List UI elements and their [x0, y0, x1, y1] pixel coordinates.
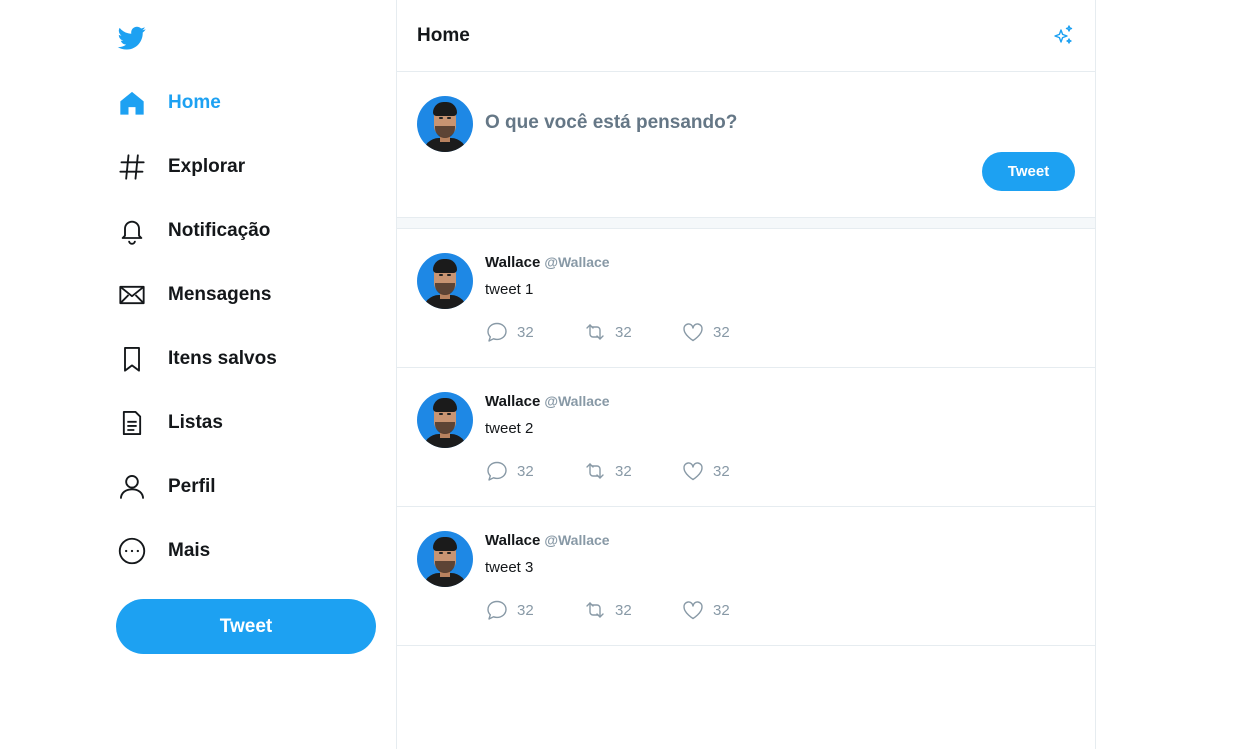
reply-icon — [487, 461, 507, 481]
timeline-column: Home Tweet Walla — [396, 0, 1096, 749]
retweet-count: 32 — [615, 462, 632, 480]
retweet-icon — [586, 324, 604, 340]
tweet-actions: 32 32 32 — [485, 320, 779, 344]
bell-icon — [116, 215, 148, 247]
author-handle[interactable]: @Wallace — [544, 254, 609, 270]
reply-count: 32 — [517, 323, 534, 341]
retweet-count: 32 — [615, 601, 632, 619]
sidebar: Home Explorar Notificação Mensagens Iten… — [116, 0, 396, 749]
retweet-button[interactable]: 32 — [583, 320, 681, 344]
tweet-header: Wallace @Wallace — [485, 254, 610, 271]
retweet-count: 32 — [615, 323, 632, 341]
like-button[interactable]: 32 — [681, 598, 779, 622]
user-icon — [116, 471, 148, 503]
timeline-header: Home — [397, 0, 1095, 72]
home-icon — [116, 87, 148, 119]
sidebar-item-label: Mensagens — [168, 284, 272, 305]
compose-tweet-button[interactable]: Tweet — [982, 152, 1075, 191]
author-name[interactable]: Wallace — [485, 254, 540, 271]
twitter-bird-icon[interactable] — [116, 24, 148, 52]
retweet-icon — [586, 463, 604, 479]
sidebar-item-mensagens[interactable]: Mensagens — [116, 263, 386, 327]
sidebar-item-label: Mais — [168, 540, 211, 561]
tweet-item[interactable]: Wallace @Wallace tweet 1 32 32 32 — [397, 229, 1095, 368]
sidebar-item-notificacao[interactable]: Notificação — [116, 199, 386, 263]
like-button[interactable]: 32 — [681, 320, 779, 344]
compose-input[interactable] — [485, 112, 1045, 134]
reply-icon — [487, 600, 507, 620]
author-handle[interactable]: @Wallace — [544, 393, 609, 409]
author-handle[interactable]: @Wallace — [544, 532, 609, 548]
envelope-icon — [116, 279, 148, 311]
sidebar-item-explorar[interactable]: Explorar — [116, 135, 386, 199]
more-circle-icon — [116, 535, 148, 567]
sidebar-item-label: Notificação — [168, 220, 271, 241]
like-count: 32 — [713, 462, 730, 480]
sidebar-item-label: Listas — [168, 412, 223, 433]
sidebar-item-home[interactable]: Home — [116, 71, 386, 135]
avatar[interactable] — [417, 253, 473, 309]
avatar[interactable] — [417, 392, 473, 448]
page-title: Home — [417, 24, 470, 46]
sidebar-item-label: Home — [168, 92, 221, 113]
retweet-button[interactable]: 32 — [583, 459, 681, 483]
sidebar-item-label: Itens salvos — [168, 348, 277, 369]
sidebar-item-label: Explorar — [168, 156, 246, 177]
tweet-text: tweet 2 — [485, 420, 534, 437]
tweet-header: Wallace @Wallace — [485, 532, 610, 549]
tweet-text: tweet 1 — [485, 281, 534, 298]
reply-count: 32 — [517, 462, 534, 480]
main-nav: Home Explorar Notificação Mensagens Iten… — [116, 71, 386, 583]
bookmark-icon — [116, 343, 148, 375]
reply-count: 32 — [517, 601, 534, 619]
avatar[interactable] — [417, 531, 473, 587]
reply-button[interactable]: 32 — [485, 459, 583, 483]
sparkle-icon[interactable] — [1051, 24, 1075, 48]
sidebar-item-itens-salvos[interactable]: Itens salvos — [116, 327, 386, 391]
heart-icon — [683, 601, 703, 620]
tweet-item[interactable]: Wallace @Wallace tweet 3 32 32 32 — [397, 507, 1095, 646]
tweet-header: Wallace @Wallace — [485, 393, 610, 410]
like-count: 32 — [713, 323, 730, 341]
reply-icon — [487, 322, 507, 342]
tweet-actions: 32 32 32 — [485, 598, 779, 622]
heart-icon — [683, 462, 703, 481]
divider — [397, 217, 1095, 229]
reply-button[interactable]: 32 — [485, 598, 583, 622]
retweet-icon — [586, 602, 604, 618]
retweet-button[interactable]: 32 — [583, 598, 681, 622]
heart-icon — [683, 323, 703, 342]
sidebar-item-mais[interactable]: Mais — [116, 519, 386, 583]
author-name[interactable]: Wallace — [485, 532, 540, 549]
tweet-actions: 32 32 32 — [485, 459, 779, 483]
like-count: 32 — [713, 601, 730, 619]
reply-button[interactable]: 32 — [485, 320, 583, 344]
sidebar-tweet-button[interactable]: Tweet — [116, 599, 376, 654]
app-root: Home Explorar Notificação Mensagens Iten… — [0, 0, 1239, 749]
tweet-item[interactable]: Wallace @Wallace tweet 2 32 32 32 — [397, 368, 1095, 507]
sidebar-item-listas[interactable]: Listas — [116, 391, 386, 455]
list-document-icon — [116, 407, 148, 439]
tweet-text: tweet 3 — [485, 559, 534, 576]
sidebar-item-perfil[interactable]: Perfil — [116, 455, 386, 519]
avatar[interactable] — [417, 96, 473, 152]
tweet-composer: Tweet — [397, 72, 1095, 217]
like-button[interactable]: 32 — [681, 459, 779, 483]
sidebar-item-label: Perfil — [168, 476, 216, 497]
author-name[interactable]: Wallace — [485, 393, 540, 410]
hashtag-icon — [116, 151, 148, 183]
